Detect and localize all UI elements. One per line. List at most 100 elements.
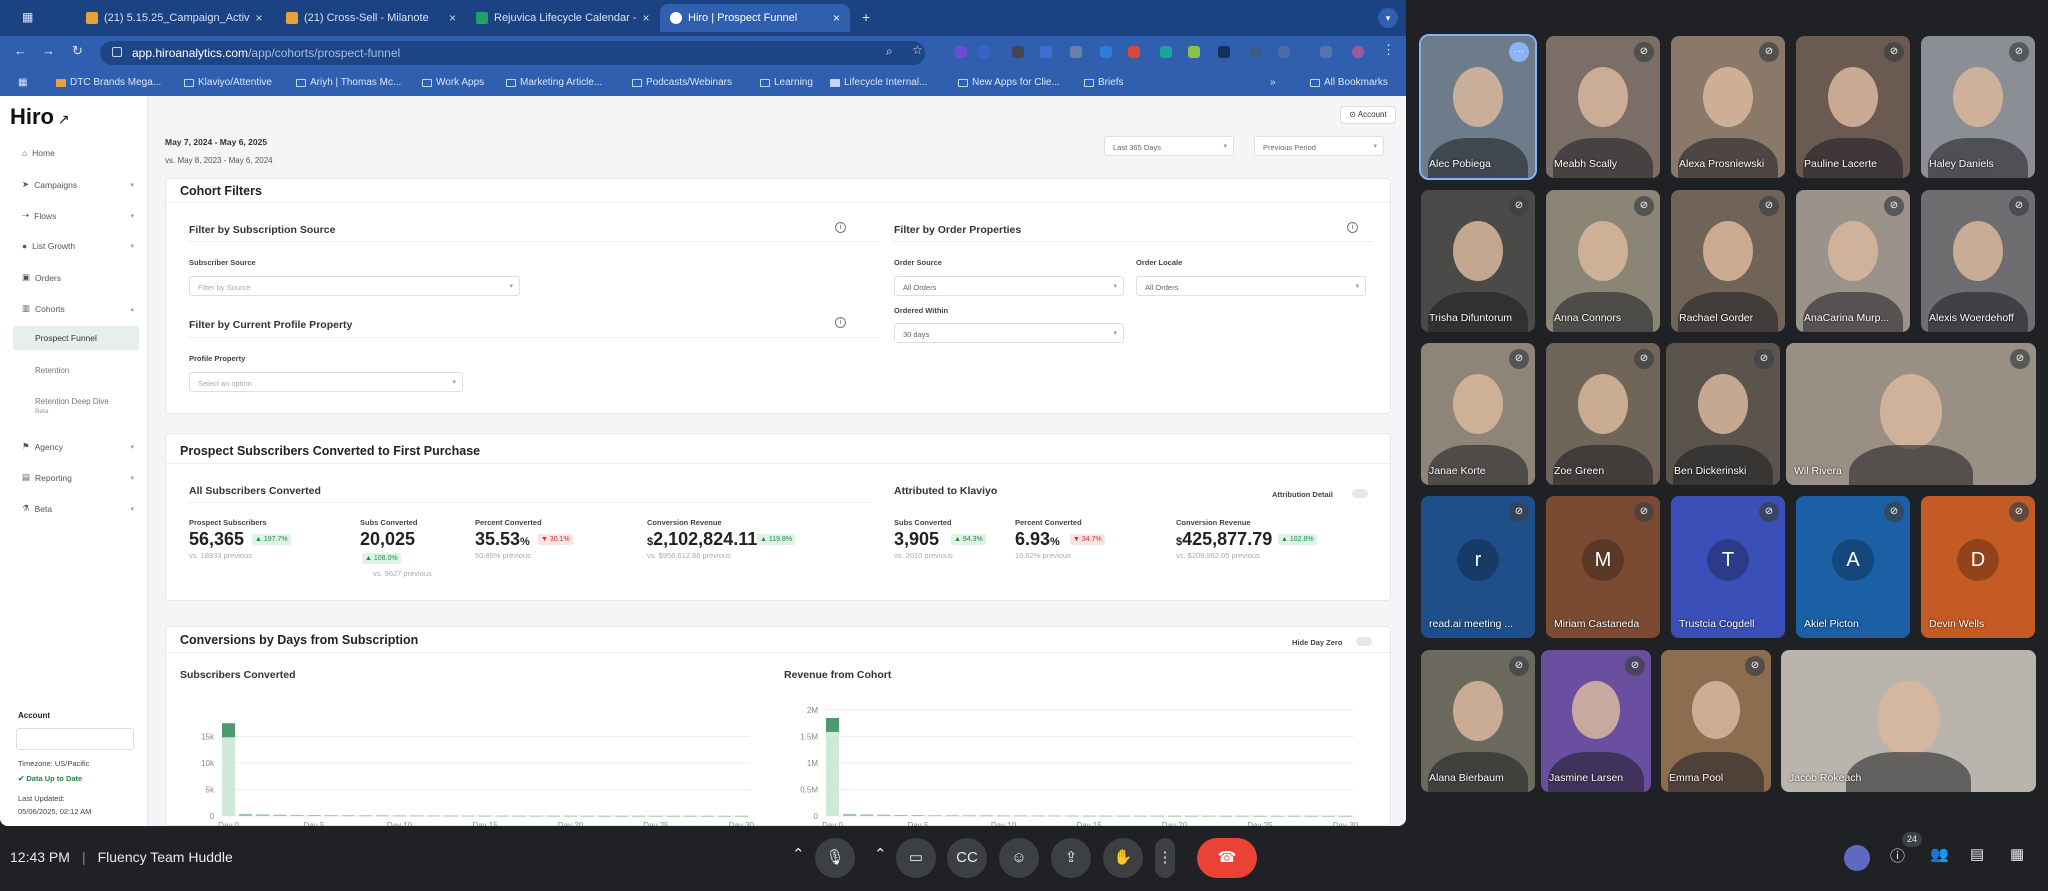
account-select[interactable] <box>16 728 134 750</box>
participant-tile[interactable]: Janae Korte ⊘ <box>1421 343 1535 485</box>
bookmark-folder[interactable]: Learning <box>760 77 813 88</box>
raise-hand-button[interactable]: ✋ <box>1103 838 1143 878</box>
camera-button[interactable]: ▭ <box>896 838 936 878</box>
subscriber-source-select[interactable]: Filter by Source ▾ <box>189 276 520 296</box>
extension-icon[interactable] <box>955 46 967 58</box>
bookmark-star-icon[interactable]: ☆ <box>912 43 923 57</box>
info-icon[interactable]: i <box>1347 222 1358 233</box>
sidebar-item-beta[interactable]: ⚗ Beta ▾ <box>22 503 134 514</box>
participant-tile[interactable]: Anna Connors ⊘ <box>1546 190 1660 332</box>
participant-tile[interactable]: AnaCarina Murp... ⊘ <box>1796 190 1910 332</box>
sidebar-item-home[interactable]: ⌂ Home <box>22 148 134 158</box>
leave-call-button[interactable]: ☎ <box>1197 838 1257 878</box>
extension-icon[interactable] <box>978 46 990 58</box>
participant-tile[interactable]: D Devin Wells ⊘ <box>1921 496 2035 638</box>
bookmark-folder[interactable]: New Apps for Clie... <box>958 77 1060 88</box>
sidebar-item-prospect-funnel[interactable]: Prospect Funnel <box>13 326 139 350</box>
sidebar-item-campaigns[interactable]: ➤ Campaigns ▾ <box>22 179 134 190</box>
new-tab-icon[interactable]: + <box>862 9 870 25</box>
participant-tile[interactable]: Alexa Prosniewski ⊘ <box>1671 36 1785 178</box>
info-icon[interactable]: i <box>835 222 846 233</box>
extension-icon[interactable] <box>1070 46 1082 58</box>
close-icon[interactable]: × <box>449 11 456 25</box>
participant-tile[interactable]: Zoe Green ⊘ <box>1546 343 1660 485</box>
all-bookmarks-folder[interactable]: All Bookmarks <box>1310 77 1388 88</box>
participant-tile[interactable]: Alana Bierbaum ⊘ <box>1421 650 1535 792</box>
bookmark-item[interactable]: Lifecycle Internal... <box>830 77 927 88</box>
extension-icon[interactable] <box>1160 46 1172 58</box>
extension-icon[interactable] <box>1128 46 1140 58</box>
extension-icon[interactable] <box>1188 46 1200 58</box>
reading-list-icon[interactable] <box>1320 46 1332 58</box>
participant-tile[interactable]: Ben Dickerinski ⊘ <box>1666 343 1780 485</box>
bookmark-folder[interactable]: Klaviyo/Attentive <box>184 77 272 88</box>
participant-tile[interactable]: T Trustcia Cogdell ⊘ <box>1671 496 1785 638</box>
tab-calendar[interactable]: Rejuvica Lifecycle Calendar - × <box>466 4 656 32</box>
forward-icon[interactable]: → <box>42 43 55 58</box>
participant-tile[interactable]: Wil Rivera ⊘ <box>1786 343 2036 485</box>
apps-grid-icon[interactable]: ▦ <box>18 77 27 88</box>
ordered-within-select[interactable]: 30 days ▾ <box>894 323 1124 343</box>
tab-list-chevron-icon[interactable]: ▾ <box>1378 8 1398 28</box>
profile-property-select[interactable]: Select an option ▾ <box>189 372 463 392</box>
sidebar-item-cohorts[interactable]: ▥ Cohorts ▴ <box>22 303 134 314</box>
tab-milanote[interactable]: (21) Cross-Sell - Milanote × <box>276 4 466 32</box>
sidebar-item-reporting[interactable]: ▤ Reporting ▾ <box>22 472 134 483</box>
extension-icon[interactable] <box>1040 46 1052 58</box>
sidebar-item-orders[interactable]: ▣ Orders <box>22 272 134 283</box>
meeting-details-icon[interactable]: ⓘ <box>1890 845 1905 866</box>
bookmark-folder[interactable]: Briefs <box>1084 77 1124 88</box>
participant-tile[interactable]: Alexis Woerdehoff ⊘ <box>1921 190 2035 332</box>
sidebar-item-retention[interactable]: Retention <box>35 366 69 375</box>
bookmark-folder[interactable]: Ariyh | Thomas Mc... <box>296 77 401 88</box>
chat-icon[interactable]: ▤ <box>1970 845 1984 863</box>
order-source-select[interactable]: All Orders ▾ <box>894 276 1124 296</box>
bookmark-folder[interactable]: Podcasts/Webinars <box>632 77 732 88</box>
close-icon[interactable]: × <box>642 11 649 25</box>
site-info-icon[interactable] <box>112 47 122 57</box>
participant-tile[interactable]: Rachael Gorder ⊘ <box>1671 190 1785 332</box>
bookmark-folder[interactable]: Marketing Article... <box>506 77 602 88</box>
participant-tile[interactable]: r read.ai meeting ... ⊘ <box>1421 496 1535 638</box>
participant-tile[interactable]: Meabh Scally ⊘ <box>1546 36 1660 178</box>
address-bar[interactable]: app.hiroanalytics.com/app/cohorts/prospe… <box>100 41 925 65</box>
order-locale-select[interactable]: All Orders ▾ <box>1136 276 1366 296</box>
participant-tile[interactable]: Jacob Rokeach <box>1781 650 2036 792</box>
attribution-detail-toggle[interactable] <box>1352 489 1368 498</box>
extensions-puzzle-icon[interactable] <box>1278 46 1290 58</box>
period-select[interactable]: Last 365 Days ▾ <box>1104 136 1234 156</box>
bookmark-item[interactable]: DTC Brands Mega... <box>56 77 161 88</box>
compare-select[interactable]: Previous Period ▾ <box>1254 136 1384 156</box>
extension-icon[interactable] <box>1100 46 1112 58</box>
profile-avatar[interactable] <box>1352 46 1364 58</box>
tab-prospect-funnel[interactable]: Hiro | Prospect Funnel × <box>660 4 850 32</box>
bookmark-folder[interactable]: Work Apps <box>422 77 484 88</box>
more-bookmarks-icon[interactable]: » <box>1270 77 1276 88</box>
extension-icon[interactable] <box>1218 46 1230 58</box>
back-icon[interactable]: ← <box>14 43 27 58</box>
video-options-chevron-icon[interactable]: ⌃ <box>874 845 887 863</box>
participant-tile[interactable]: Pauline Lacerte ⊘ <box>1796 36 1910 178</box>
more-options-button[interactable]: ⋮ <box>1155 838 1175 878</box>
participant-tile[interactable]: Alec Pobiega ··· <box>1419 34 1537 180</box>
zoom-icon[interactable]: ⌕ <box>886 44 893 59</box>
participant-tile[interactable]: Trisha Difuntorum ⊘ <box>1421 190 1535 332</box>
tab-campaign[interactable]: (21) 5.15.25_Campaign_Activ × <box>76 4 266 32</box>
reactions-button[interactable]: ☺ <box>999 838 1039 878</box>
microphone-button[interactable]: 🎙 <box>815 838 855 878</box>
participant-tile[interactable]: Emma Pool ⊘ <box>1661 650 1771 792</box>
people-icon[interactable]: 👥 <box>1930 845 1949 863</box>
extension-icon[interactable] <box>1250 46 1262 58</box>
extension-icon[interactable] <box>1012 46 1024 58</box>
captions-button[interactable]: CC <box>947 838 987 878</box>
account-button[interactable]: ⊙ Account <box>1340 106 1396 124</box>
activity-avatar-icon[interactable] <box>1844 845 1870 871</box>
audio-options-chevron-icon[interactable]: ⌃ <box>792 845 805 863</box>
close-icon[interactable]: × <box>833 11 840 25</box>
participant-tile[interactable]: Haley Daniels ⊘ <box>1921 36 2035 178</box>
close-icon[interactable]: × <box>256 11 263 25</box>
sidebar-item-list-growth[interactable]: ● List Growth ▾ <box>22 241 134 251</box>
activities-grid-icon[interactable]: ▦ <box>2010 845 2024 863</box>
reload-icon[interactable]: ↻ <box>72 43 83 59</box>
hide-day-zero-toggle[interactable] <box>1356 637 1372 646</box>
